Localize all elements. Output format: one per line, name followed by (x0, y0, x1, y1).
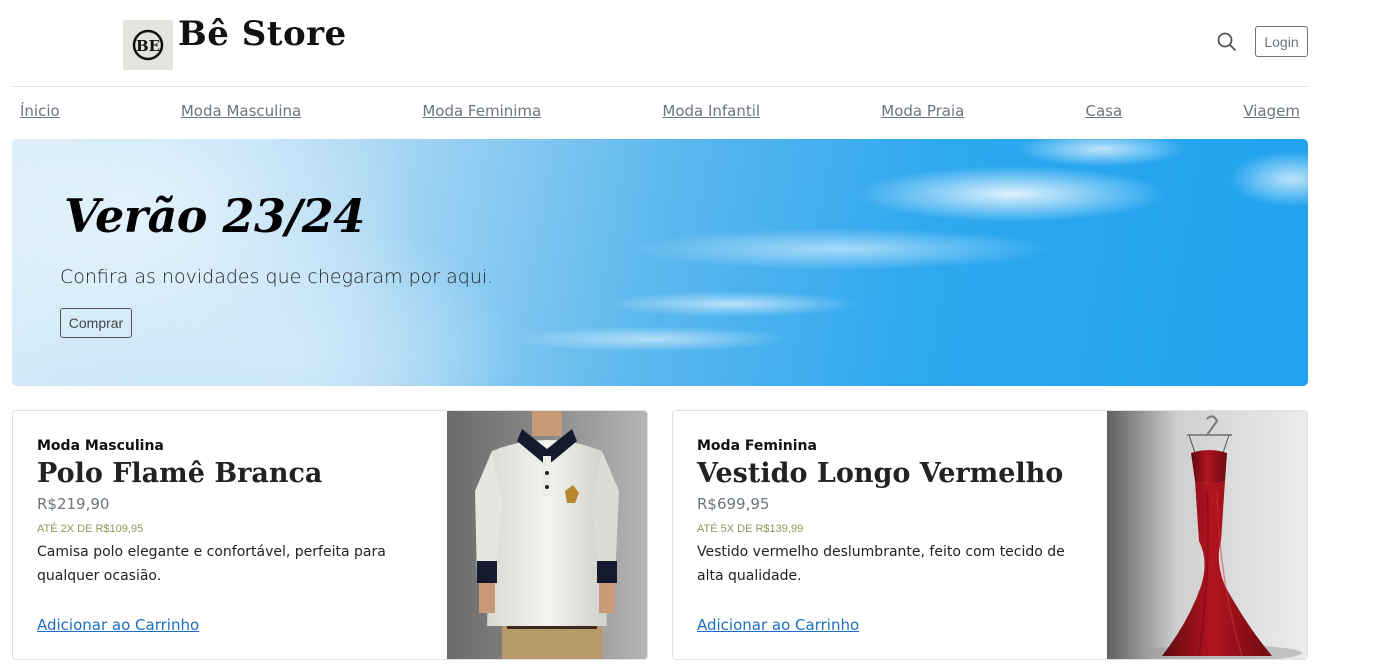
main-nav: Ínicio Moda Masculina Moda Feminima Moda… (20, 98, 1300, 124)
product-price: R$699,95 (697, 495, 770, 513)
hero-title: Verão 23/24 (64, 189, 365, 243)
product-installments: ATÉ 5X DE R$139,99 (697, 523, 804, 535)
product-title: Vestido Longo Vermelho (697, 458, 1064, 489)
product-card-body: Moda Feminina Vestido Longo Vermelho R$6… (697, 411, 1097, 659)
product-description: Vestido vermelho deslumbrante, feito com… (697, 544, 1065, 584)
brand-name[interactable]: Bê Store (178, 14, 347, 54)
store-logo[interactable]: BE (123, 20, 173, 70)
search-icon (1217, 32, 1236, 51)
search-button[interactable] (1216, 31, 1238, 53)
red-long-dress-photo[interactable] (1107, 411, 1307, 660)
product-title: Polo Flamê Branca (37, 458, 323, 489)
login-button[interactable]: Login (1255, 26, 1308, 57)
nav-item-inicio[interactable]: Ínicio (20, 102, 60, 120)
nav-item-moda-masculina[interactable]: Moda Masculina (181, 102, 301, 120)
site-header: BE Bê Store Login (12, 0, 1308, 87)
product-installments: ATÉ 2X DE R$109,95 (37, 523, 144, 535)
white-polo-shirt-photo[interactable] (447, 411, 647, 660)
nav-item-casa[interactable]: Casa (1086, 102, 1123, 120)
product-category: Moda Masculina (37, 438, 164, 454)
add-to-cart-link[interactable]: Adicionar ao Carrinho (37, 616, 199, 634)
product-card-body: Moda Masculina Polo Flamê Branca R$219,9… (37, 411, 437, 659)
svg-text:BE: BE (136, 37, 160, 55)
product-card: Moda Masculina Polo Flamê Branca R$219,9… (12, 410, 648, 660)
product-card: Moda Feminina Vestido Longo Vermelho R$6… (672, 410, 1308, 660)
add-to-cart-link[interactable]: Adicionar ao Carrinho (697, 616, 859, 634)
nav-item-viagem[interactable]: Viagem (1243, 102, 1300, 120)
nav-item-moda-infantil[interactable]: Moda Infantil (662, 102, 760, 120)
product-description: Camisa polo elegante e confortável, perf… (37, 544, 386, 584)
hero-subtitle: Confira as novidades que chegaram por aq… (60, 266, 494, 288)
shop-button[interactable]: Comprar (60, 308, 132, 338)
hero-banner: Verão 23/24 Confira as novidades que che… (12, 139, 1308, 386)
product-category: Moda Feminina (697, 438, 817, 454)
store-monogram-icon: BE (132, 29, 164, 61)
product-price: R$219,90 (37, 495, 110, 513)
nav-item-moda-praia[interactable]: Moda Praia (881, 102, 964, 120)
nav-item-moda-feminina[interactable]: Moda Feminima (422, 102, 541, 120)
